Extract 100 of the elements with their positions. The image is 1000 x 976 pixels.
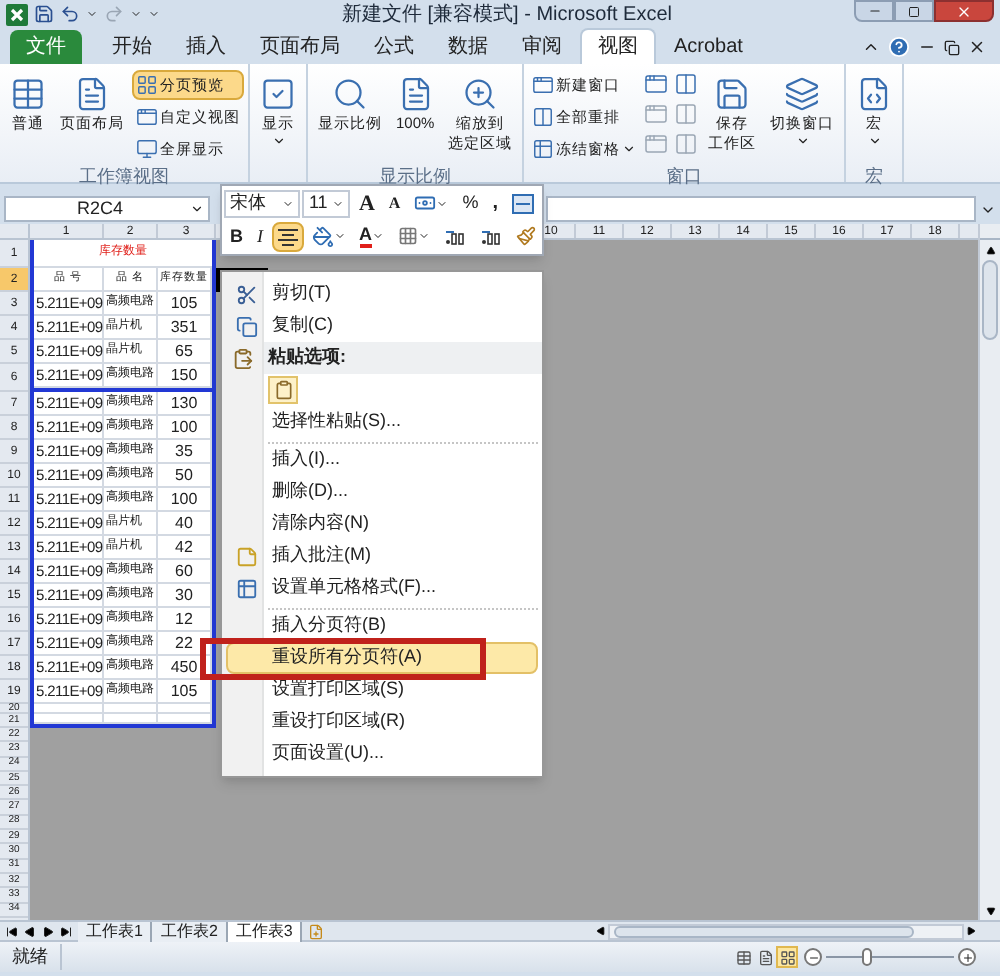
comma-button[interactable]: , (486, 188, 504, 219)
code-file-icon (856, 76, 893, 112)
window-icon (136, 106, 158, 128)
table-cell: 351 (158, 316, 212, 340)
menu-item[interactable]: 页面设置(U)... (226, 738, 538, 770)
restore-icon[interactable] (944, 39, 960, 55)
table-cell: 105 (158, 292, 212, 316)
banknote-icon (414, 192, 437, 215)
close-button[interactable] (934, 0, 994, 22)
save-icon[interactable] (34, 4, 54, 24)
columns-icon[interactable] (674, 72, 699, 96)
ribbon-tab[interactable]: 审阅 (506, 30, 578, 64)
percent-button[interactable]: % (456, 188, 485, 219)
menu-item[interactable]: 复制(C) (226, 310, 538, 342)
slider-thumb[interactable] (862, 948, 873, 966)
previous-sheet-icon[interactable] (24, 925, 36, 937)
menu-item[interactable]: 插入分页符(B) (226, 610, 538, 642)
sheet-tab[interactable]: 工作表2 (152, 921, 228, 941)
undo-icon[interactable] (60, 4, 80, 24)
view-button[interactable] (732, 946, 754, 968)
italic-button[interactable]: I (251, 221, 269, 252)
collapse-ribbon-icon[interactable] (862, 38, 880, 56)
table-icon (532, 138, 555, 160)
paintbrush-icon (516, 226, 536, 247)
help-icon[interactable] (888, 36, 910, 58)
caret-icon[interactable] (86, 8, 98, 20)
merge-cells-icon (512, 193, 534, 214)
merge-button[interactable] (506, 188, 540, 219)
ribbon-tab[interactable]: 开始 (96, 30, 168, 64)
window-title: 新建文件 [兼容模式] - Microsoft Excel (339, 1, 674, 29)
table-cell: 60 (158, 560, 212, 584)
menu-item[interactable]: 插入批注(M) (226, 540, 538, 572)
arrow-icon (985, 905, 995, 915)
scrollbar-thumb[interactable] (614, 925, 914, 937)
name-box[interactable]: R2C4 (4, 196, 210, 222)
group-label: 工作簿视图 (79, 166, 169, 188)
sheet-tab[interactable]: 工作表3 (227, 921, 303, 941)
ribbon-tab[interactable]: 文件 (10, 30, 82, 64)
menu-item[interactable]: 重设打印区域(R) (226, 706, 538, 738)
caret-icon (418, 230, 430, 243)
plus-icon (961, 951, 973, 963)
zoom-in-icon (462, 76, 499, 112)
table-cell: 150 (158, 364, 212, 388)
close-icon[interactable] (968, 38, 986, 56)
view-button[interactable] (776, 946, 798, 968)
table-cell: 40 (158, 512, 212, 536)
save-icon (714, 76, 751, 112)
first-sheet-icon[interactable] (6, 925, 18, 937)
caret-icon[interactable] (130, 8, 142, 20)
table-cell: 50 (158, 464, 212, 488)
clipboard-icon (273, 380, 293, 400)
window-icon[interactable] (644, 72, 669, 96)
caret-icon (271, 134, 285, 148)
ribbon-tab[interactable]: Acrobat (658, 30, 759, 64)
formula-field[interactable] (546, 196, 976, 222)
menu-item[interactable]: 剪切(T) (226, 278, 538, 310)
menu-item[interactable]: 设置单元格格式(F)... (226, 572, 538, 604)
scroll-left-icon[interactable] (596, 926, 606, 936)
zoom-in-button[interactable] (958, 948, 976, 966)
menu-item[interactable]: 选择性粘贴(S)... (226, 406, 538, 438)
ribbon-tab[interactable]: 数据 (432, 30, 504, 64)
menu-item[interactable]: 清除内容(N) (226, 508, 538, 540)
caret-icon (282, 197, 295, 210)
last-sheet-icon[interactable] (60, 925, 72, 937)
copy-icon (236, 315, 258, 337)
shrink-font-button[interactable]: A (382, 188, 407, 219)
table-cell: 22 (158, 632, 212, 656)
view-button[interactable] (754, 946, 776, 968)
minus-icon (807, 951, 819, 963)
paste-button[interactable] (268, 376, 298, 404)
center-align-icon (277, 227, 297, 246)
align-center-button[interactable] (271, 221, 303, 252)
font-color-button[interactable]: A (353, 221, 390, 252)
zoom-out-button[interactable] (804, 948, 822, 966)
menu-item[interactable]: 重设所有分页符(A) (226, 642, 538, 674)
page-icon (74, 76, 110, 112)
ribbon-tab[interactable]: 插入 (170, 30, 242, 64)
grid-icon (136, 74, 158, 96)
ribbon-tab[interactable]: 页面布局 (244, 30, 356, 64)
customize-icon[interactable] (148, 8, 160, 20)
sheet-tab[interactable]: 工作表1 (78, 921, 153, 941)
columns-icon (532, 106, 555, 128)
page-icon (397, 76, 434, 112)
maximize-button[interactable] (894, 0, 934, 22)
menu-item[interactable]: 设置打印区域(S) (226, 674, 538, 706)
next-sheet-icon[interactable] (42, 925, 54, 937)
scroll-right-icon[interactable] (966, 926, 976, 936)
font-combo[interactable]: 宋体 (224, 189, 301, 218)
font-combo[interactable]: 11 (302, 189, 351, 218)
bold-button[interactable]: B (224, 221, 249, 252)
grow-font-button[interactable]: A (352, 188, 381, 219)
caret-icon (622, 142, 637, 156)
menu-item[interactable]: 插入(I)... (226, 444, 538, 476)
paint-bucket-icon (311, 225, 333, 248)
scrollbar-thumb[interactable] (982, 260, 998, 340)
table-cell: 65 (158, 340, 212, 364)
menu-item[interactable]: 删除(D)... (226, 476, 538, 508)
ribbon-tab[interactable]: 公式 (358, 30, 430, 64)
caret-icon (332, 197, 345, 210)
ribbon-tab[interactable]: 视图 (580, 28, 656, 64)
